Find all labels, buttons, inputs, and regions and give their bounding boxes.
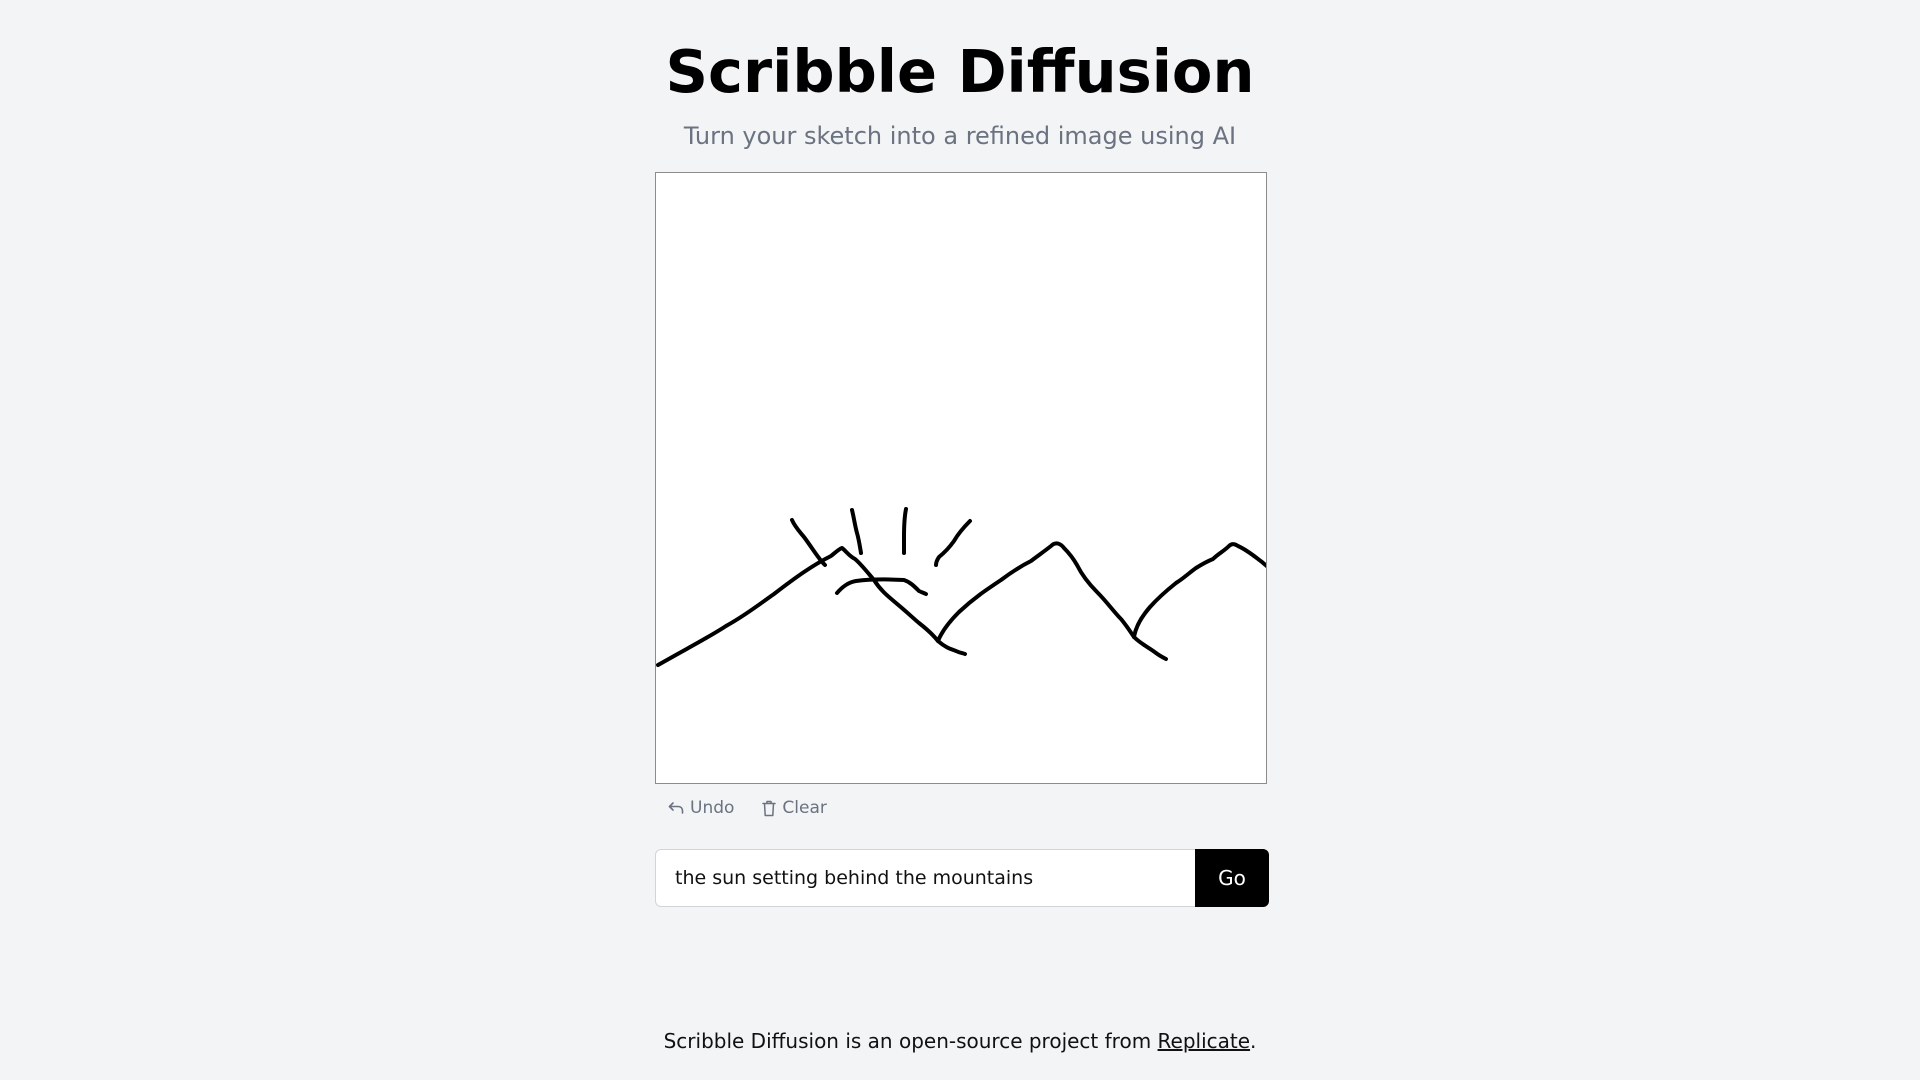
sketch-stroke-right-mountain [1132, 542, 1266, 639]
clear-label: Clear [782, 798, 827, 818]
sketch-canvas[interactable] [655, 172, 1267, 784]
undo-button[interactable]: Undo [668, 798, 734, 818]
footer: Scribble Diffusion is an open-source pro… [0, 1027, 1920, 1055]
go-button[interactable]: Go [1195, 849, 1269, 907]
undo-arrow-icon [668, 802, 684, 814]
footer-text: Scribble Diffusion is an open-source pro… [663, 1029, 1158, 1053]
trash-icon [762, 800, 777, 816]
sketch-stroke-ray-4 [934, 519, 972, 567]
undo-label: Undo [690, 798, 735, 818]
sketch-stroke-ray-2 [850, 508, 863, 555]
sketch-stroke-ray-3 [902, 507, 908, 555]
sketch-stroke-left-mountain [656, 546, 967, 667]
page-title: Scribble Diffusion [665, 37, 1255, 106]
prompt-form: Go [655, 849, 1269, 907]
sketch-drawing[interactable] [656, 173, 1266, 783]
page-subtitle: Turn your sketch into a refined image us… [683, 122, 1237, 150]
sketch-stroke-ray-1 [790, 518, 827, 567]
clear-button[interactable]: Clear [762, 798, 827, 818]
page: Scribble Diffusion Turn your sketch into… [0, 0, 1920, 1080]
prompt-input[interactable] [655, 849, 1195, 907]
sketch-stroke-middle-mountain [936, 541, 1168, 661]
replicate-link[interactable]: Replicate [1158, 1029, 1251, 1053]
canvas-controls: Undo Clear [668, 796, 827, 820]
footer-period: . [1250, 1029, 1257, 1053]
